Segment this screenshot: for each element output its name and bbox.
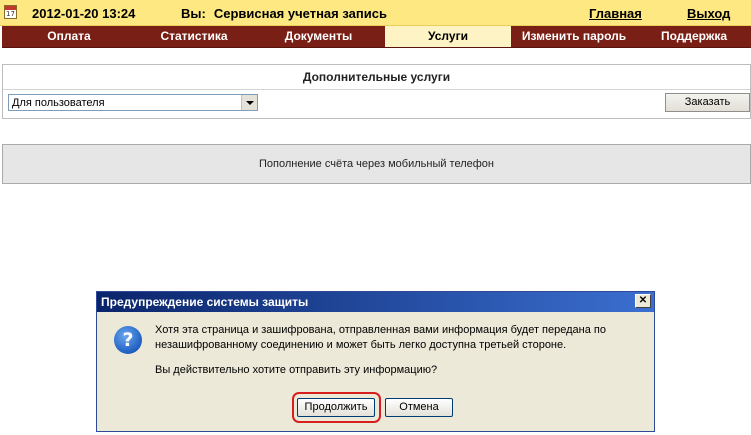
tab-statistics[interactable]: Статистика [136, 26, 252, 47]
tab-change-password[interactable]: Изменить пароль [511, 26, 637, 47]
dialog-title: Предупреждение системы защиты [97, 292, 654, 312]
continue-button[interactable]: Продолжить [297, 398, 375, 417]
services-title: Дополнительные услуги [3, 65, 750, 90]
top-info-bar: 17 2012-01-20 13:24 Вы: Сервисная учетная… [0, 0, 751, 26]
service-select[interactable]: Для пользователя [8, 94, 258, 111]
account-name: Сервисная учетная запись [213, 6, 387, 21]
calendar-icon: 17 [4, 5, 17, 19]
tab-documents[interactable]: Документы [252, 26, 385, 47]
tab-support[interactable]: Поддержка [637, 26, 751, 47]
datetime-text: 2012-01-20 13:24 [32, 6, 136, 21]
dialog-question: Вы действительно хотите отправить эту ин… [155, 364, 438, 376]
user-info: Вы: Сервисная учетная запись [181, 6, 387, 21]
dialog-message-line2: незашифрованному соединению и может быть… [155, 339, 567, 351]
dropdown-arrow-icon[interactable] [241, 95, 257, 110]
security-warning-dialog: Предупреждение системы защиты ✕ ? Хотя э… [96, 291, 655, 432]
tab-services[interactable]: Услуги [385, 26, 511, 47]
tab-payment[interactable]: Оплата [2, 26, 136, 47]
you-label: Вы: [181, 6, 206, 21]
dialog-message-line1: Хотя эта страница и зашифрована, отправл… [155, 324, 606, 336]
calendar-day: 17 [6, 10, 15, 18]
cancel-button[interactable]: Отмена [385, 398, 453, 417]
home-link[interactable]: Главная [589, 6, 642, 21]
mobile-topup-link[interactable]: Пополнение счёта через мобильный телефон [2, 144, 751, 184]
logout-link[interactable]: Выход [687, 6, 730, 21]
close-icon[interactable]: ✕ [635, 294, 651, 308]
service-select-value: Для пользователя [12, 97, 105, 109]
additional-services-panel: Дополнительные услуги Для пользователя З… [2, 64, 751, 119]
question-icon: ? [114, 326, 142, 354]
main-nav: Оплата Статистика Документы Услуги Измен… [2, 26, 751, 48]
order-button[interactable]: Заказать [665, 93, 750, 112]
